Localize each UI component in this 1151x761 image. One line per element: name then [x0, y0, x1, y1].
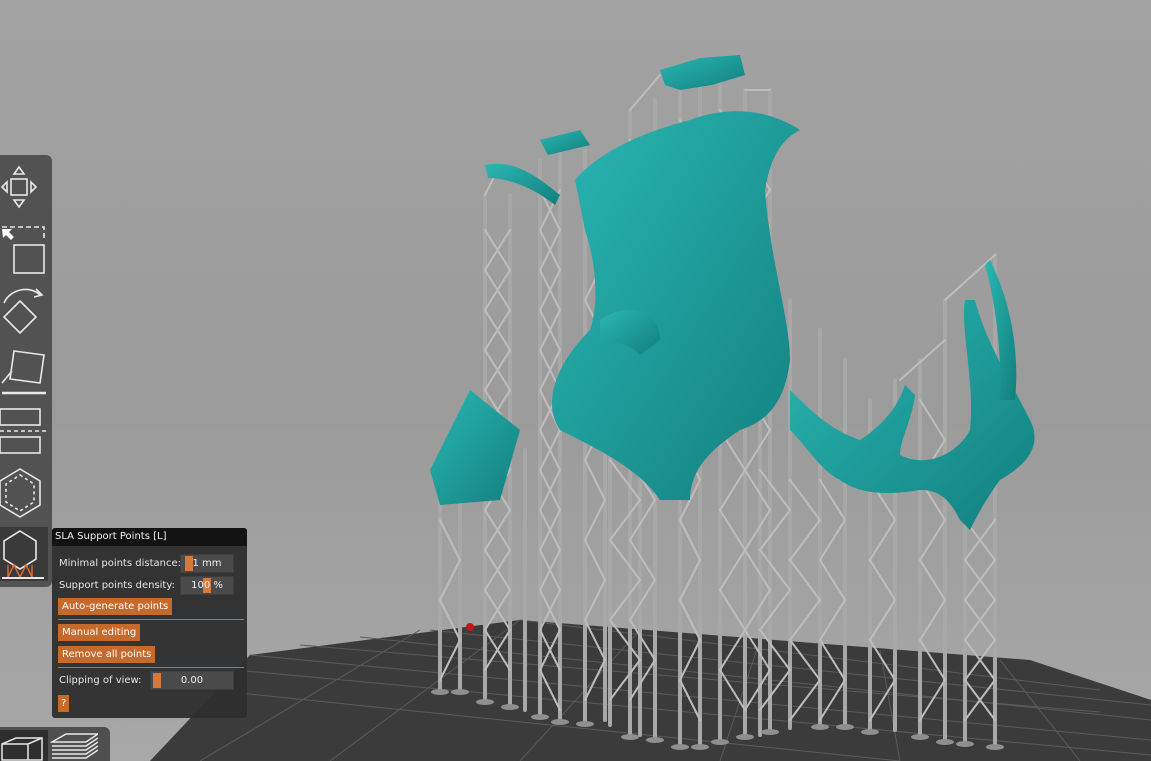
min-distance-slider[interactable]: 1 mm [180, 554, 234, 573]
scale-icon[interactable] [0, 221, 48, 275]
hollow-icon[interactable] [0, 465, 48, 519]
separator [58, 619, 244, 620]
view-toolbar [0, 727, 110, 761]
density-value: 100 % [191, 580, 223, 591]
separator [58, 667, 244, 668]
sla-support-points-panel: SLA Support Points [L] Minimal points di… [52, 528, 247, 718]
cut-icon[interactable] [0, 407, 48, 461]
remove-all-points-button[interactable]: Remove all points [58, 646, 156, 663]
slider-grab[interactable] [153, 673, 161, 688]
rotate-icon[interactable] [0, 283, 48, 337]
gizmo-toolbar [0, 155, 52, 587]
3d-view-icon[interactable] [0, 730, 48, 761]
clipping-value: 0.00 [180, 675, 204, 686]
place-on-face-icon[interactable] [0, 345, 48, 399]
help-button[interactable]: ? [58, 695, 70, 712]
density-slider[interactable]: 100 % [180, 576, 234, 595]
min-distance-value: 1 mm [192, 558, 222, 569]
density-label: Support points density: [59, 580, 175, 591]
model-mesh[interactable] [430, 55, 1035, 530]
preview-layers-icon[interactable] [50, 730, 98, 761]
clipping-label: Clipping of view: [59, 675, 142, 686]
manual-editing-button[interactable]: Manual editing [58, 624, 141, 641]
sla-support-points-icon[interactable] [0, 527, 48, 581]
clipping-slider[interactable]: 0.00 [150, 671, 234, 690]
panel-title: SLA Support Points [L] [52, 528, 247, 546]
move-icon[interactable] [0, 159, 48, 213]
min-distance-label: Minimal points distance: [59, 558, 181, 569]
auto-generate-button[interactable]: Auto-generate points [58, 598, 173, 615]
